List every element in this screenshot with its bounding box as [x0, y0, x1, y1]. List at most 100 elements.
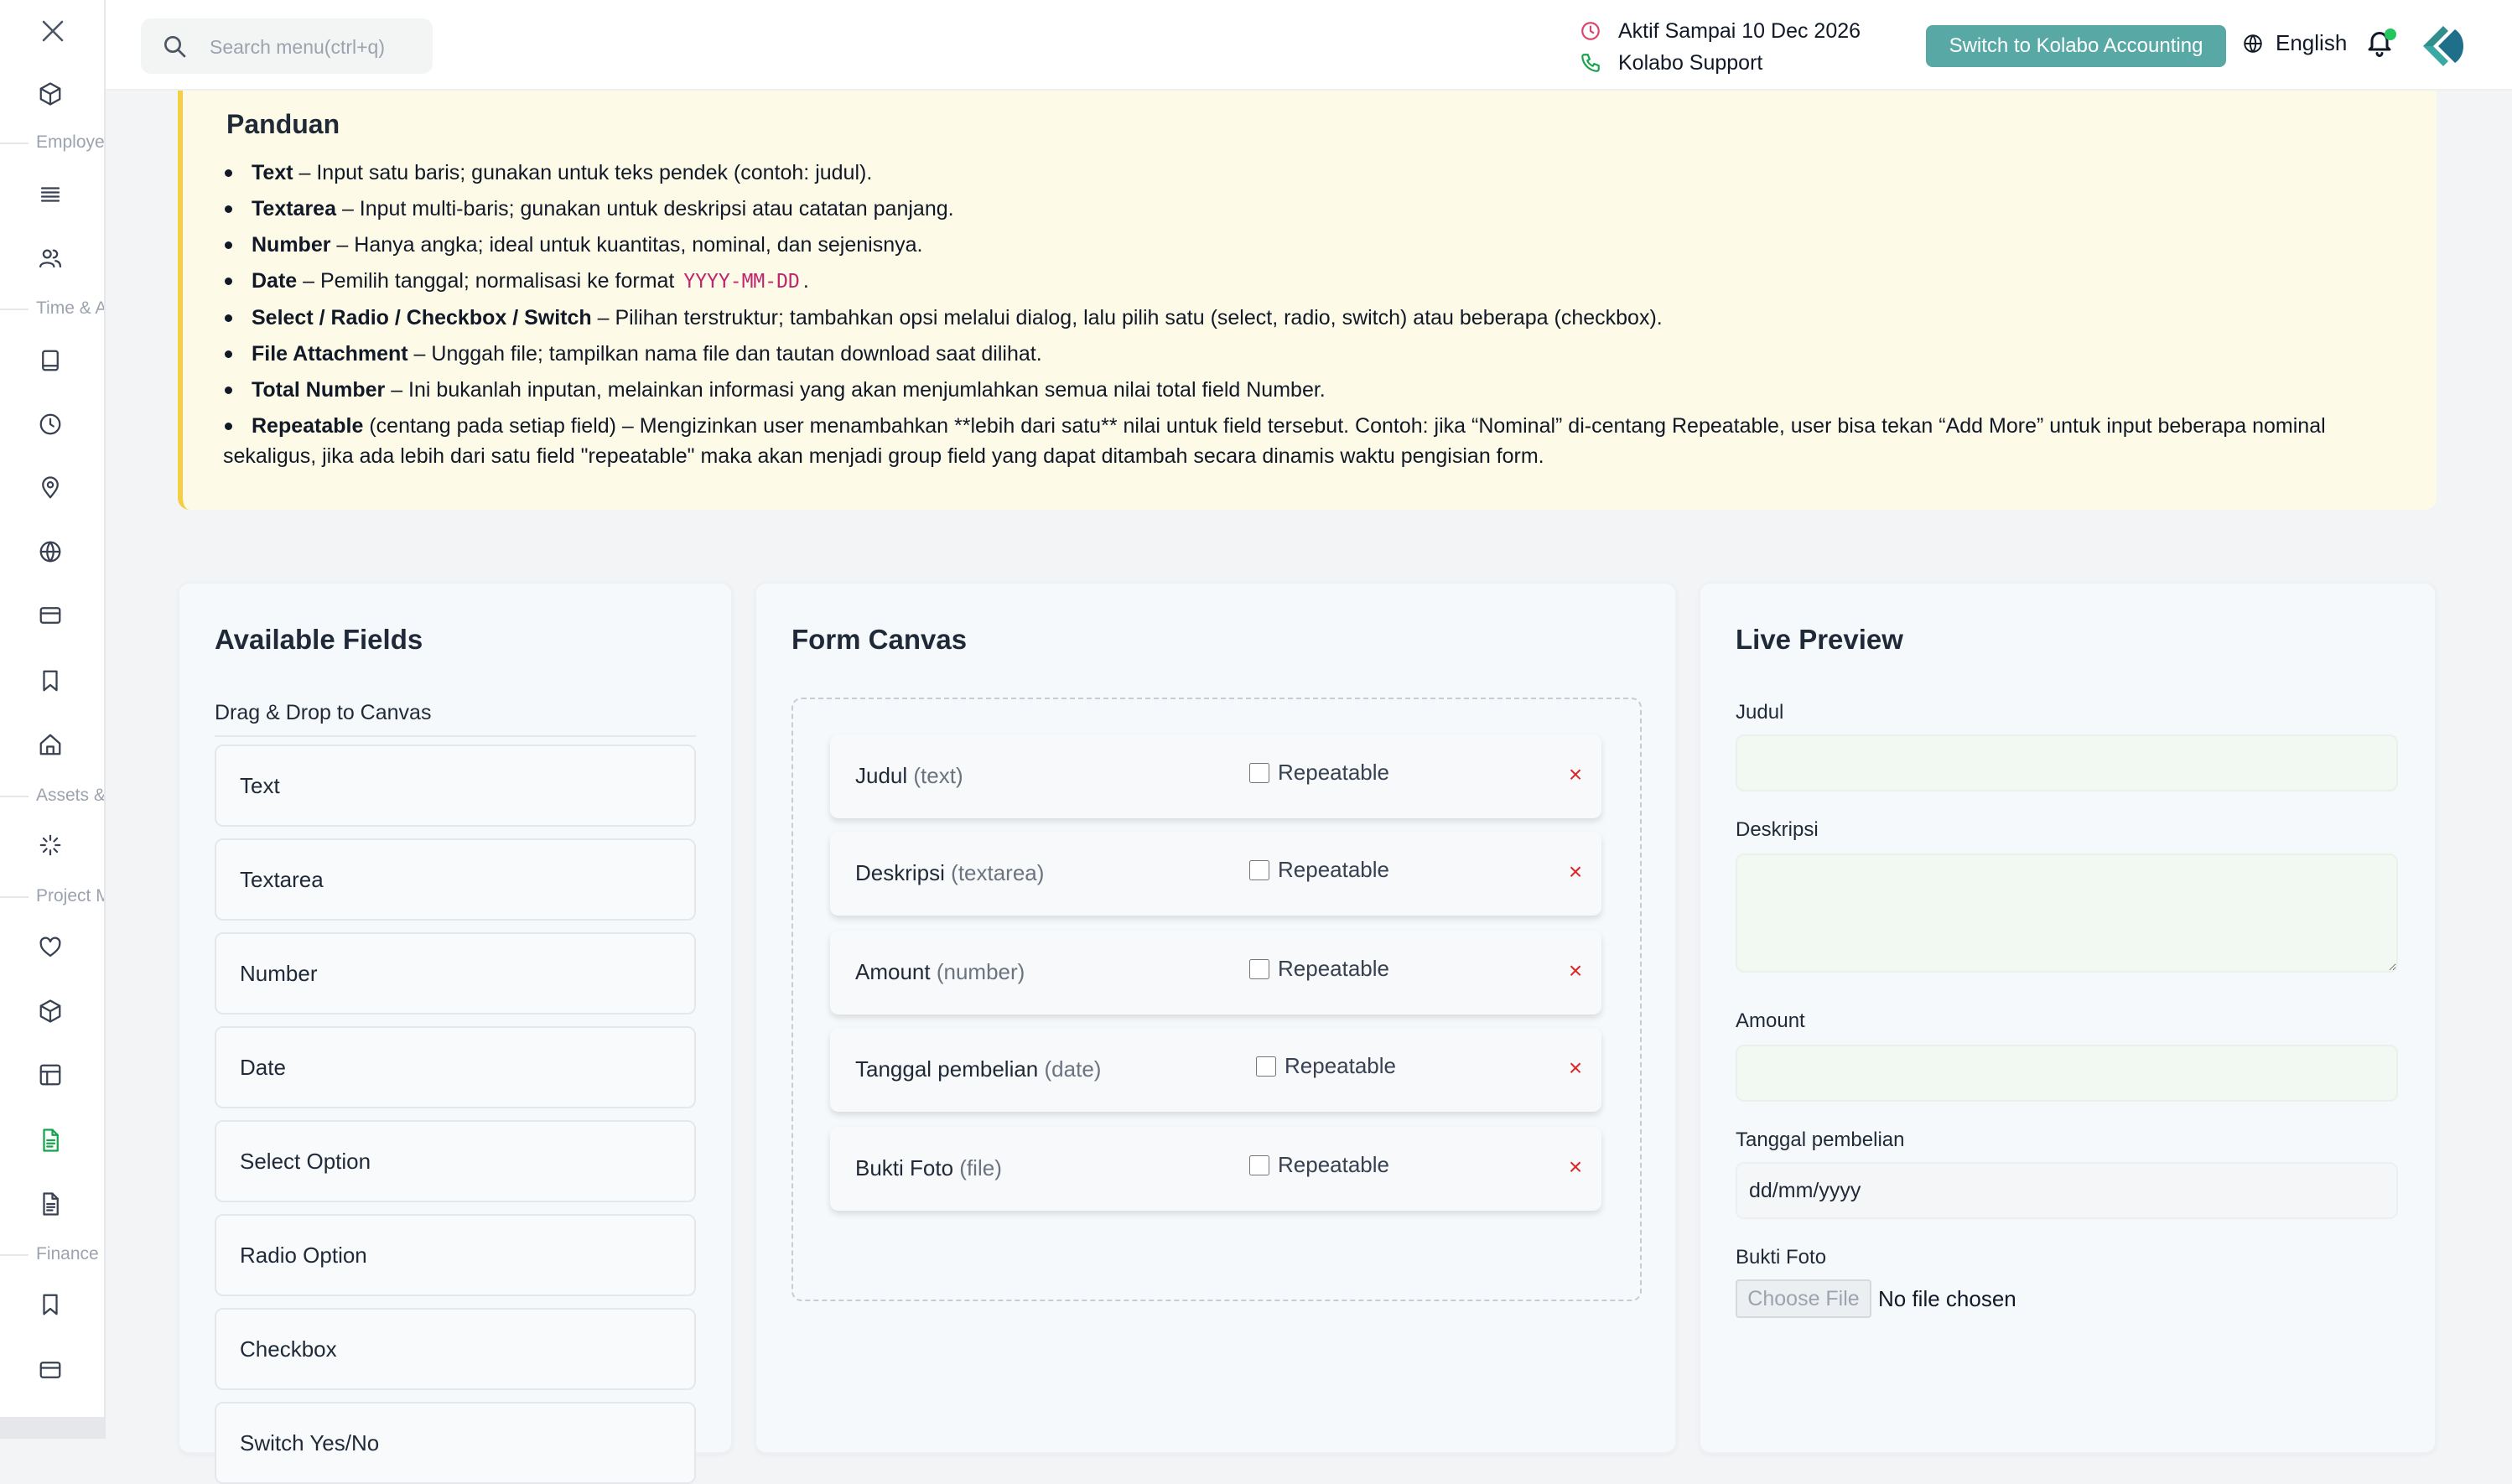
search-icon	[161, 33, 188, 60]
repeatable-label: Repeatable	[1278, 857, 1389, 882]
clock-icon[interactable]	[32, 406, 69, 443]
guide-item: Textarea – Input multi-baris; gunakan un…	[223, 194, 2403, 224]
guide-term: File Attachment	[252, 342, 408, 366]
sidebar-scrollbar[interactable]	[0, 1417, 104, 1439]
user-avatar-logo[interactable]	[2418, 22, 2467, 70]
guide-item: File Attachment – Unggah file; tampilkan…	[223, 339, 2403, 369]
bookmark-icon[interactable]	[32, 1286, 69, 1323]
preview-textarea-deskripsi[interactable]	[1736, 854, 2398, 973]
sidebar-section-employee: Employe	[0, 131, 104, 156]
remove-field-icon[interactable]: ×	[1563, 956, 1588, 986]
live-preview-panel: Live Preview Judul Deskripsi Amount Tang…	[1699, 582, 2437, 1454]
list-icon[interactable]	[32, 176, 69, 213]
preview-label-bukti-foto: Bukti Foto	[1736, 1246, 1827, 1269]
canvas-field[interactable]: Amount (number) Repeatable ×	[830, 931, 1601, 1014]
support-link[interactable]: Kolabo Support	[1576, 47, 1861, 79]
guide-item: Repeatable (centang pada setiap field) –…	[223, 411, 2403, 471]
credit-card-icon[interactable]	[32, 597, 69, 634]
notification-dot	[2385, 29, 2396, 40]
table-icon[interactable]	[32, 1056, 69, 1093]
canvas-field[interactable]: Deskripsi (textarea) Repeatable ×	[830, 832, 1601, 916]
guide-item: Text – Input satu baris; gunakan untuk t…	[223, 158, 2403, 188]
guide-desc: – Pilihan terstruktur; tambahkan opsi me…	[591, 306, 1663, 329]
guide-title: Panduan	[226, 109, 340, 139]
wallet-icon[interactable]	[32, 1352, 69, 1388]
repeatable-checkbox[interactable]	[1256, 1056, 1276, 1077]
date-format-code: YYYY-MM-DD	[683, 271, 800, 293]
guide-desc: (centang pada setiap field) – Mengizinka…	[223, 414, 2326, 468]
repeatable-checkbox[interactable]	[1249, 958, 1269, 979]
field-type-select[interactable]: Select Option	[215, 1120, 696, 1202]
repeatable-checkbox[interactable]	[1249, 762, 1269, 783]
switch-accounting-button[interactable]: Switch to Kolabo Accounting	[1926, 25, 2226, 67]
guide-desc-tail: .	[802, 269, 809, 293]
location-pin-icon[interactable]	[32, 470, 69, 506]
preview-label-judul: Judul	[1736, 701, 1784, 724]
field-type-radio[interactable]: Radio Option	[215, 1214, 696, 1296]
repeatable-toggle[interactable]: Repeatable	[1249, 857, 1389, 883]
sidebar-section-project: Project M	[0, 885, 106, 910]
globe-icon[interactable]	[32, 533, 69, 570]
choose-file-button[interactable]: Choose File	[1736, 1279, 1871, 1318]
box-icon[interactable]	[32, 75, 69, 112]
preview-input-amount[interactable]	[1736, 1045, 2398, 1102]
notification-bell-icon[interactable]	[2364, 27, 2398, 64]
repeatable-checkbox[interactable]	[1249, 1155, 1269, 1175]
close-icon[interactable]	[34, 12, 72, 50]
heart-icon[interactable]	[32, 929, 69, 966]
repeatable-label: Repeatable	[1278, 1152, 1389, 1177]
form-document-icon[interactable]	[32, 1122, 69, 1159]
field-type-date[interactable]: Date	[215, 1026, 696, 1108]
loader-icon[interactable]	[32, 827, 69, 864]
canvas-field[interactable]: Bukti Foto (file) Repeatable ×	[830, 1127, 1601, 1211]
field-type-number[interactable]: Number	[215, 932, 696, 1014]
guide-desc: – Input satu baris; gunakan untuk teks p…	[293, 161, 873, 184]
field-type-textarea[interactable]: Textarea	[215, 838, 696, 921]
preview-input-judul[interactable]	[1736, 734, 2398, 791]
preview-date-input[interactable]: dd/mm/yyyy	[1736, 1162, 2398, 1219]
users-icon[interactable]	[32, 240, 69, 277]
search-box[interactable]	[141, 18, 433, 74]
home-icon[interactable]	[32, 726, 69, 763]
repeatable-toggle[interactable]: Repeatable	[1249, 1152, 1389, 1178]
sidebar: Employe Time & A Assets & Project M Fina…	[0, 0, 106, 1439]
guide-term: Date	[252, 269, 298, 293]
canvas-dropzone[interactable]: Judul (text) Repeatable × Deskripsi (tex…	[791, 698, 1642, 1301]
preview-label-tanggal: Tanggal pembelian	[1736, 1129, 1905, 1151]
repeatable-toggle[interactable]: Repeatable	[1249, 956, 1389, 982]
repeatable-label: Repeatable	[1278, 956, 1389, 981]
sidebar-section-label: Time & A	[36, 298, 106, 318]
form-canvas-title: Form Canvas	[791, 624, 968, 655]
canvas-field[interactable]: Judul (text) Repeatable ×	[830, 734, 1601, 818]
guide-panel: Panduan Text – Input satu baris; gunakan…	[178, 91, 2437, 510]
bookmark-icon[interactable]	[32, 662, 69, 699]
sidebar-section-label: Assets &	[36, 786, 106, 805]
canvas-field[interactable]: Tanggal pembelian (date) Repeatable ×	[830, 1028, 1601, 1112]
document-icon[interactable]	[32, 1186, 69, 1222]
guide-term: Textarea	[252, 197, 336, 221]
preview-file-input[interactable]: Choose File No file chosen	[1736, 1279, 2016, 1318]
field-type-text[interactable]: Text	[215, 745, 696, 827]
field-type-checkbox[interactable]: Checkbox	[215, 1308, 696, 1390]
package-icon[interactable]	[32, 993, 69, 1030]
language-label: English	[2276, 30, 2348, 55]
book-icon[interactable]	[32, 342, 69, 379]
repeatable-label: Repeatable	[1278, 760, 1389, 785]
remove-field-icon[interactable]: ×	[1563, 1053, 1588, 1083]
repeatable-toggle[interactable]: Repeatable	[1249, 760, 1389, 786]
guide-term: Repeatable	[252, 414, 364, 438]
preview-label-deskripsi: Deskripsi	[1736, 818, 1819, 841]
language-selector[interactable]: English	[2242, 30, 2347, 56]
preview-label-amount: Amount	[1736, 1009, 1805, 1032]
sidebar-section-label: Finance	[36, 1244, 99, 1263]
remove-field-icon[interactable]: ×	[1563, 1152, 1588, 1182]
sidebar-section-label: Project M	[36, 886, 106, 905]
field-type-switch[interactable]: Switch Yes/No	[215, 1402, 696, 1484]
canvas-field-label: Judul (text)	[855, 763, 963, 788]
remove-field-icon[interactable]: ×	[1563, 760, 1588, 790]
repeatable-checkbox[interactable]	[1249, 859, 1269, 880]
repeatable-toggle[interactable]: Repeatable	[1256, 1053, 1396, 1079]
remove-field-icon[interactable]: ×	[1563, 857, 1588, 887]
search-input[interactable]	[208, 30, 421, 64]
guide-item: Total Number – Ini bukanlah inputan, mel…	[223, 375, 2403, 405]
